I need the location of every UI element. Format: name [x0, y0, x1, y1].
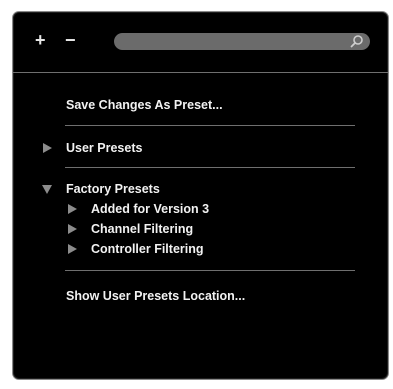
- search-icon: [350, 35, 363, 48]
- menu-divider: [65, 125, 355, 126]
- preset-browser-panel: + − Save Changes As Preset... User Prese…: [12, 11, 389, 380]
- search-input[interactable]: [114, 33, 370, 50]
- factory-presets-label: Factory Presets: [66, 182, 160, 196]
- triangle-right-icon[interactable]: [68, 224, 77, 234]
- triangle-right-icon[interactable]: [68, 244, 77, 254]
- tree-item-label: Channel Filtering: [91, 222, 194, 236]
- tree-item-label: Controller Filtering: [91, 242, 204, 256]
- add-preset-button[interactable]: +: [35, 31, 46, 49]
- menu-divider: [65, 167, 355, 168]
- user-presets-label: User Presets: [66, 141, 143, 155]
- remove-preset-button[interactable]: −: [65, 31, 76, 49]
- triangle-right-icon[interactable]: [68, 204, 77, 214]
- toolbar-divider: [13, 72, 388, 73]
- triangle-down-icon[interactable]: [42, 185, 52, 194]
- save-changes-as-preset-item[interactable]: Save Changes As Preset...: [66, 97, 223, 113]
- show-user-presets-location-item[interactable]: Show User Presets Location...: [66, 288, 245, 304]
- tree-item-label: Added for Version 3: [91, 202, 210, 216]
- triangle-right-icon[interactable]: [43, 143, 52, 153]
- menu-divider: [65, 270, 355, 271]
